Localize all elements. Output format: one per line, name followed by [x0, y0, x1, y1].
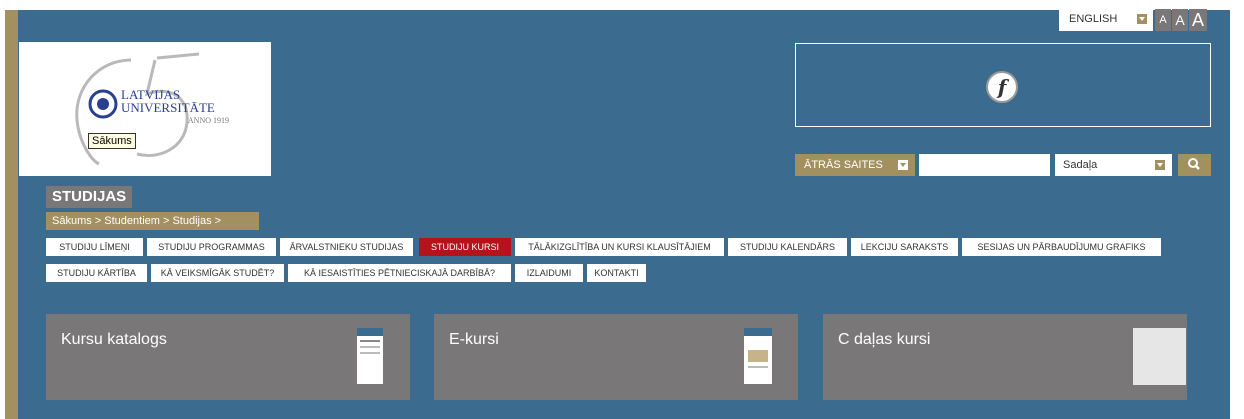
- nav-item[interactable]: SESIJAS UN PĀRBAUDĪJUMU GRAFIKS: [962, 238, 1161, 256]
- page-title: STUDIJAS: [46, 186, 133, 208]
- logo-text: LATVIJAS UNIVERSITĀTE ANNO 1919: [121, 88, 229, 127]
- font-size-medium-button[interactable]: A: [1172, 9, 1188, 31]
- search-input[interactable]: [919, 154, 1050, 176]
- language-selector[interactable]: ENGLISH: [1059, 9, 1153, 31]
- nav-item[interactable]: STUDIJU LĪMEŅI: [46, 238, 143, 256]
- nav-item[interactable]: LEKCIJU SARAKSTS: [851, 238, 958, 256]
- chevron-down-icon: [1155, 160, 1165, 170]
- font-size-small-button[interactable]: A: [1155, 9, 1171, 31]
- logo-tooltip: Sākums: [88, 133, 136, 149]
- logo-text-line-3: ANNO 1919: [187, 116, 229, 125]
- left-accent-bar: [5, 10, 18, 419]
- card-course-catalog[interactable]: Kursu katalogs: [46, 314, 410, 400]
- font-size-large-button[interactable]: A: [1189, 9, 1207, 31]
- section-select-value: Sadaļa: [1063, 159, 1098, 171]
- nav-item[interactable]: IZLAIDUMI: [515, 264, 583, 282]
- flash-icon: f: [986, 71, 1018, 103]
- card-thumbnail: [357, 328, 383, 384]
- card-e-courses[interactable]: E-kursi: [434, 314, 798, 400]
- logo-text-line-2: UNIVERSITĀTE: [121, 100, 215, 115]
- nav-item[interactable]: KĀ VEIKSMĪGĀK STUDĒT?: [151, 264, 284, 282]
- nav-item[interactable]: ĀRVALSTNIEKU STUDIJAS: [280, 238, 413, 256]
- nav-item[interactable]: KĀ IESAISTĪTIES PĒTNIECISKAJĀ DARBĪBĀ?: [288, 264, 511, 282]
- nav-item-active[interactable]: STUDIJU KURSI: [419, 238, 511, 256]
- page-frame: ENGLISH A A A LATVIJAS UNIVERSITĀTE ANNO…: [0, 0, 1244, 419]
- card-c-part-courses[interactable]: C daļas kursi: [823, 314, 1187, 400]
- section-select[interactable]: Sadaļa: [1055, 154, 1172, 176]
- nav-item[interactable]: KONTAKTI: [587, 264, 646, 282]
- card-thumbnail: [1133, 328, 1186, 385]
- university-logo[interactable]: LATVIJAS UNIVERSITĀTE ANNO 1919: [19, 42, 271, 176]
- card-thumbnail: [744, 328, 772, 384]
- quick-links-label: ĀTRĀS SAITES: [804, 159, 883, 171]
- flash-placeholder[interactable]: f: [795, 43, 1211, 127]
- card-title: C daļas kursi: [838, 331, 931, 348]
- nav-item[interactable]: STUDIJU KALENDĀRS: [728, 238, 847, 256]
- chevron-down-icon: [898, 160, 908, 170]
- search-icon: [1188, 158, 1200, 170]
- nav-item[interactable]: STUDIJU PROGRAMMAS: [147, 238, 276, 256]
- breadcrumb[interactable]: Sākums > Studentiem > Studijas >: [46, 212, 259, 230]
- search-button[interactable]: [1178, 154, 1211, 176]
- language-label: ENGLISH: [1069, 13, 1118, 25]
- nav-item[interactable]: TĀLĀKIZGLĪTĪBA UN KURSI KLAUSĪTĀJIEM: [515, 238, 724, 256]
- card-title: E-kursi: [449, 331, 499, 348]
- chevron-down-icon: [1137, 14, 1147, 24]
- nav-item[interactable]: STUDIJU KĀRTĪBA: [46, 264, 147, 282]
- card-title: Kursu katalogs: [61, 331, 167, 348]
- quick-links-dropdown[interactable]: ĀTRĀS SAITES: [795, 154, 915, 176]
